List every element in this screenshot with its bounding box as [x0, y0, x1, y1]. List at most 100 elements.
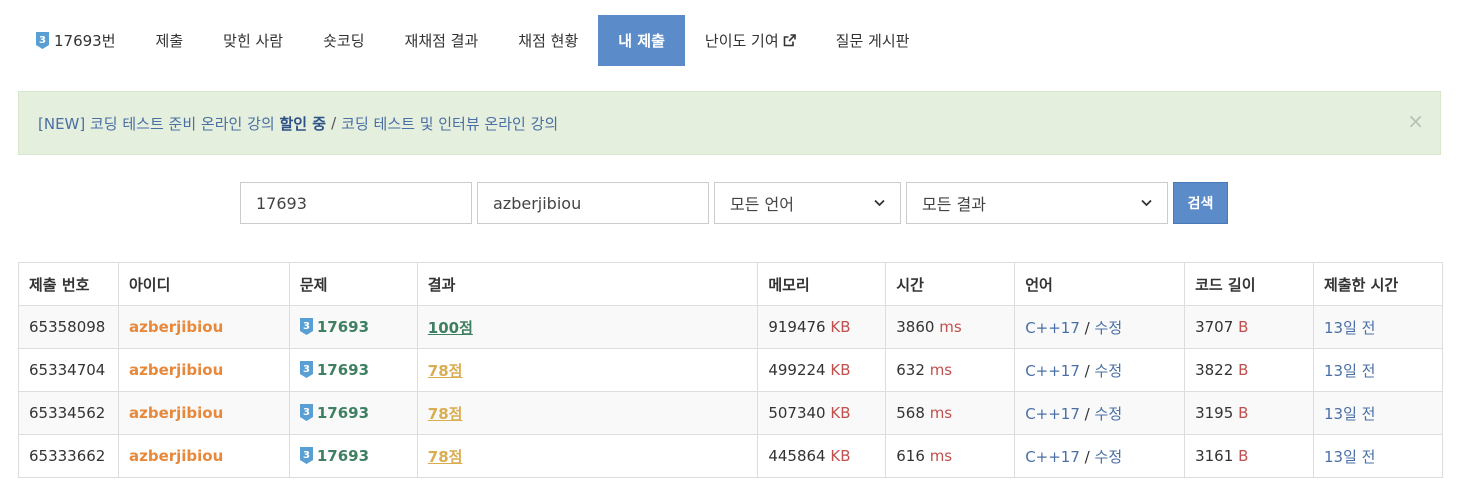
edit-link[interactable]: 수정: [1095, 448, 1123, 466]
submission-id-cell: 65333662: [18, 434, 119, 478]
submission-id: 65334704: [29, 361, 106, 379]
alert-text-bold: 할인 중: [279, 114, 327, 133]
time-cell: 616 ms: [885, 434, 1016, 478]
nav-short-coding[interactable]: 숏코딩: [303, 15, 384, 66]
header-problem[interactable]: 문제: [288, 262, 418, 306]
result-cell: 78점: [416, 348, 759, 392]
header-submission-id[interactable]: 제출 번호: [18, 262, 119, 306]
user-link[interactable]: azberjibiou: [129, 361, 223, 379]
memory-cell: 445864 KB: [757, 434, 887, 478]
header-time[interactable]: 시간: [885, 262, 1016, 306]
table-row: 65334562 azberjibiou 3 17693 78점 507340 KB 568…: [18, 391, 1443, 435]
user-link[interactable]: azberjibiou: [129, 404, 223, 422]
language-link[interactable]: C++17: [1025, 319, 1080, 337]
language-select[interactable]: 모든 언어: [714, 182, 901, 224]
nav-submit[interactable]: 제출: [136, 15, 204, 66]
user-cell: azberjibiou: [117, 434, 290, 478]
svg-text:3: 3: [39, 35, 46, 46]
submitted-time-link[interactable]: 13일 전: [1324, 405, 1375, 423]
nav-solved-users[interactable]: 맞힌 사람: [203, 15, 303, 66]
problem-id-value: 17693: [256, 193, 307, 213]
nav-problem-label: 17693번: [54, 32, 116, 50]
memory-unit: KB: [830, 447, 851, 465]
user-cell: azberjibiou: [117, 348, 290, 392]
language-cell: C++17 / 수정: [1014, 305, 1186, 349]
result-link[interactable]: 78점: [428, 448, 463, 466]
header-language[interactable]: 언어: [1014, 262, 1186, 306]
header-user-id[interactable]: 아이디: [117, 262, 290, 306]
nav-difficulty-contribution[interactable]: 난이도 기여: [685, 15, 816, 66]
submission-id: 65333662: [29, 447, 106, 465]
edit-link[interactable]: 수정: [1095, 362, 1123, 380]
header-result[interactable]: 결과: [416, 262, 759, 306]
problem-link[interactable]: 17693: [317, 361, 369, 379]
result-link[interactable]: 78점: [428, 405, 463, 423]
alert-separator: /: [331, 114, 337, 132]
problem-link[interactable]: 17693: [317, 404, 369, 422]
language-separator: /: [1084, 447, 1090, 466]
language-separator: /: [1084, 404, 1090, 423]
memory-unit: KB: [830, 318, 851, 336]
edit-link[interactable]: 수정: [1095, 405, 1123, 423]
problem-nav: 3 17693번 제출 맞힌 사람 숏코딩 재채점 결과 채점 현황 내 제출 …: [18, 15, 929, 66]
submitted-time-link[interactable]: 13일 전: [1324, 362, 1375, 380]
code-length-cell: 3195 B: [1184, 391, 1314, 435]
memory-value: 507340: [768, 404, 826, 422]
result-select[interactable]: 모든 결과: [906, 182, 1168, 224]
submitted-time-cell: 13일 전: [1313, 348, 1443, 392]
alert-text-1: [NEW] 코딩 테스트 준비 온라인 강의: [38, 114, 275, 133]
alert-link-interview[interactable]: 코딩 테스트 및 인터뷰 온라인 강의: [341, 113, 558, 134]
svg-text:3: 3: [303, 364, 310, 375]
user-link[interactable]: azberjibiou: [129, 447, 223, 465]
submitted-time-link[interactable]: 13일 전: [1324, 448, 1375, 466]
close-icon[interactable]: ×: [1407, 111, 1424, 131]
submission-id-cell: 65334704: [18, 348, 119, 392]
user-cell: azberjibiou: [117, 391, 290, 435]
user-link[interactable]: azberjibiou: [129, 318, 223, 336]
result-cell: 78점: [416, 434, 759, 478]
problem-id-input[interactable]: 17693: [240, 182, 472, 224]
result-select-value: 모든 결과: [922, 195, 986, 214]
tier-badge-icon: 3: [299, 361, 313, 378]
memory-value: 445864: [768, 447, 826, 465]
nav-question-board[interactable]: 질문 게시판: [816, 15, 930, 66]
nav-difficulty-label: 난이도 기여: [704, 32, 779, 50]
nav-rejudge-result[interactable]: 재채점 결과: [385, 15, 499, 66]
memory-cell: 507340 KB: [757, 391, 887, 435]
code-length-value: 3161: [1195, 447, 1234, 465]
nav-my-submissions[interactable]: 내 제출: [598, 15, 685, 66]
language-link[interactable]: C++17: [1025, 362, 1080, 380]
chevron-down-icon: [1141, 199, 1152, 207]
submitted-time-link[interactable]: 13일 전: [1324, 319, 1375, 337]
user-cell: azberjibiou: [117, 305, 290, 349]
code-length-cell: 3161 B: [1184, 434, 1314, 478]
result-cell: 100점: [416, 305, 759, 349]
memory-value: 499224: [768, 361, 826, 379]
language-select-value: 모든 언어: [730, 195, 794, 214]
promo-alert: [NEW] 코딩 테스트 준비 온라인 강의 할인 중 / 코딩 테스트 및 인…: [18, 91, 1441, 155]
memory-unit: KB: [830, 404, 851, 422]
result-cell: 78점: [416, 391, 759, 435]
problem-link[interactable]: 17693: [317, 447, 369, 465]
header-submitted-time[interactable]: 제출한 시간: [1313, 262, 1443, 306]
svg-text:3: 3: [303, 407, 310, 418]
nav-problem[interactable]: 3 17693번: [18, 15, 136, 66]
header-code-length[interactable]: 코드 길이: [1184, 262, 1314, 306]
code-length-value: 3195: [1195, 404, 1234, 422]
memory-cell: 919476 KB: [757, 305, 887, 349]
language-link[interactable]: C++17: [1025, 405, 1080, 423]
nav-status[interactable]: 채점 현황: [498, 15, 598, 66]
search-button[interactable]: 검색: [1173, 182, 1228, 224]
submission-id-cell: 65358098: [18, 305, 119, 349]
header-memory[interactable]: 메모리: [757, 262, 887, 306]
edit-link[interactable]: 수정: [1095, 319, 1123, 337]
problem-link[interactable]: 17693: [317, 318, 369, 336]
code-length-unit: B: [1238, 361, 1249, 379]
result-link[interactable]: 100점: [428, 319, 473, 337]
time-cell: 568 ms: [885, 391, 1016, 435]
user-id-input[interactable]: azberjibiou: [477, 182, 709, 224]
language-link[interactable]: C++17: [1025, 448, 1080, 466]
submission-id-cell: 65334562: [18, 391, 119, 435]
result-link[interactable]: 78점: [428, 362, 463, 380]
alert-link-course[interactable]: [NEW] 코딩 테스트 준비 온라인 강의 할인 중: [38, 113, 326, 134]
